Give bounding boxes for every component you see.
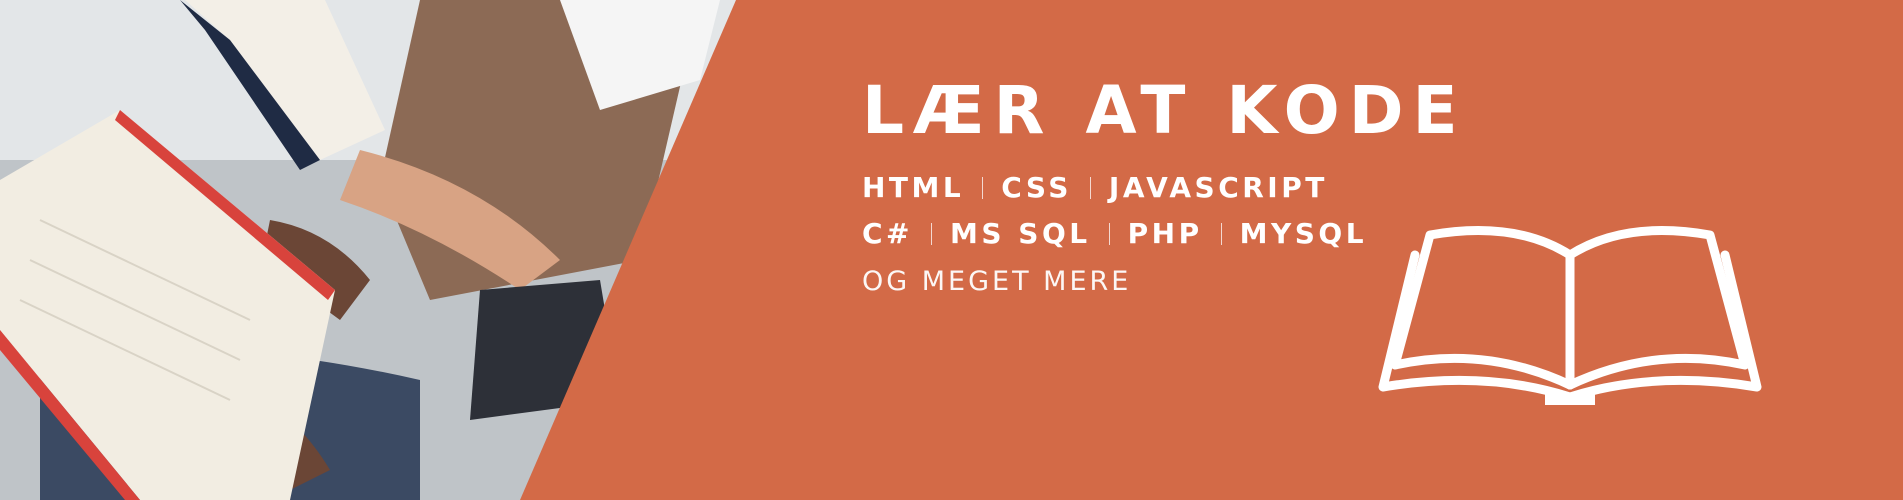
open-book-icon: [1378, 226, 1762, 405]
tech-item: CSS: [1001, 171, 1072, 204]
separator: [931, 223, 933, 245]
headline: LÆR AT KODE: [862, 72, 1467, 149]
separator: [1089, 177, 1091, 199]
hero-banner: LÆR AT KODE HTML CSS JAVASCRIPT C# MS SQ…: [0, 0, 1903, 500]
tech-item: JAVASCRIPT: [1108, 171, 1328, 204]
separator: [1220, 223, 1222, 245]
tech-item: C#: [862, 217, 914, 250]
separator: [1108, 223, 1110, 245]
tech-item: MYSQL: [1239, 217, 1368, 250]
tech-list-row-1: HTML CSS JAVASCRIPT: [862, 174, 1467, 202]
tech-item: MS SQL: [950, 217, 1091, 250]
tech-item: HTML: [862, 171, 965, 204]
separator: [982, 177, 984, 199]
tech-item: PHP: [1127, 217, 1203, 250]
